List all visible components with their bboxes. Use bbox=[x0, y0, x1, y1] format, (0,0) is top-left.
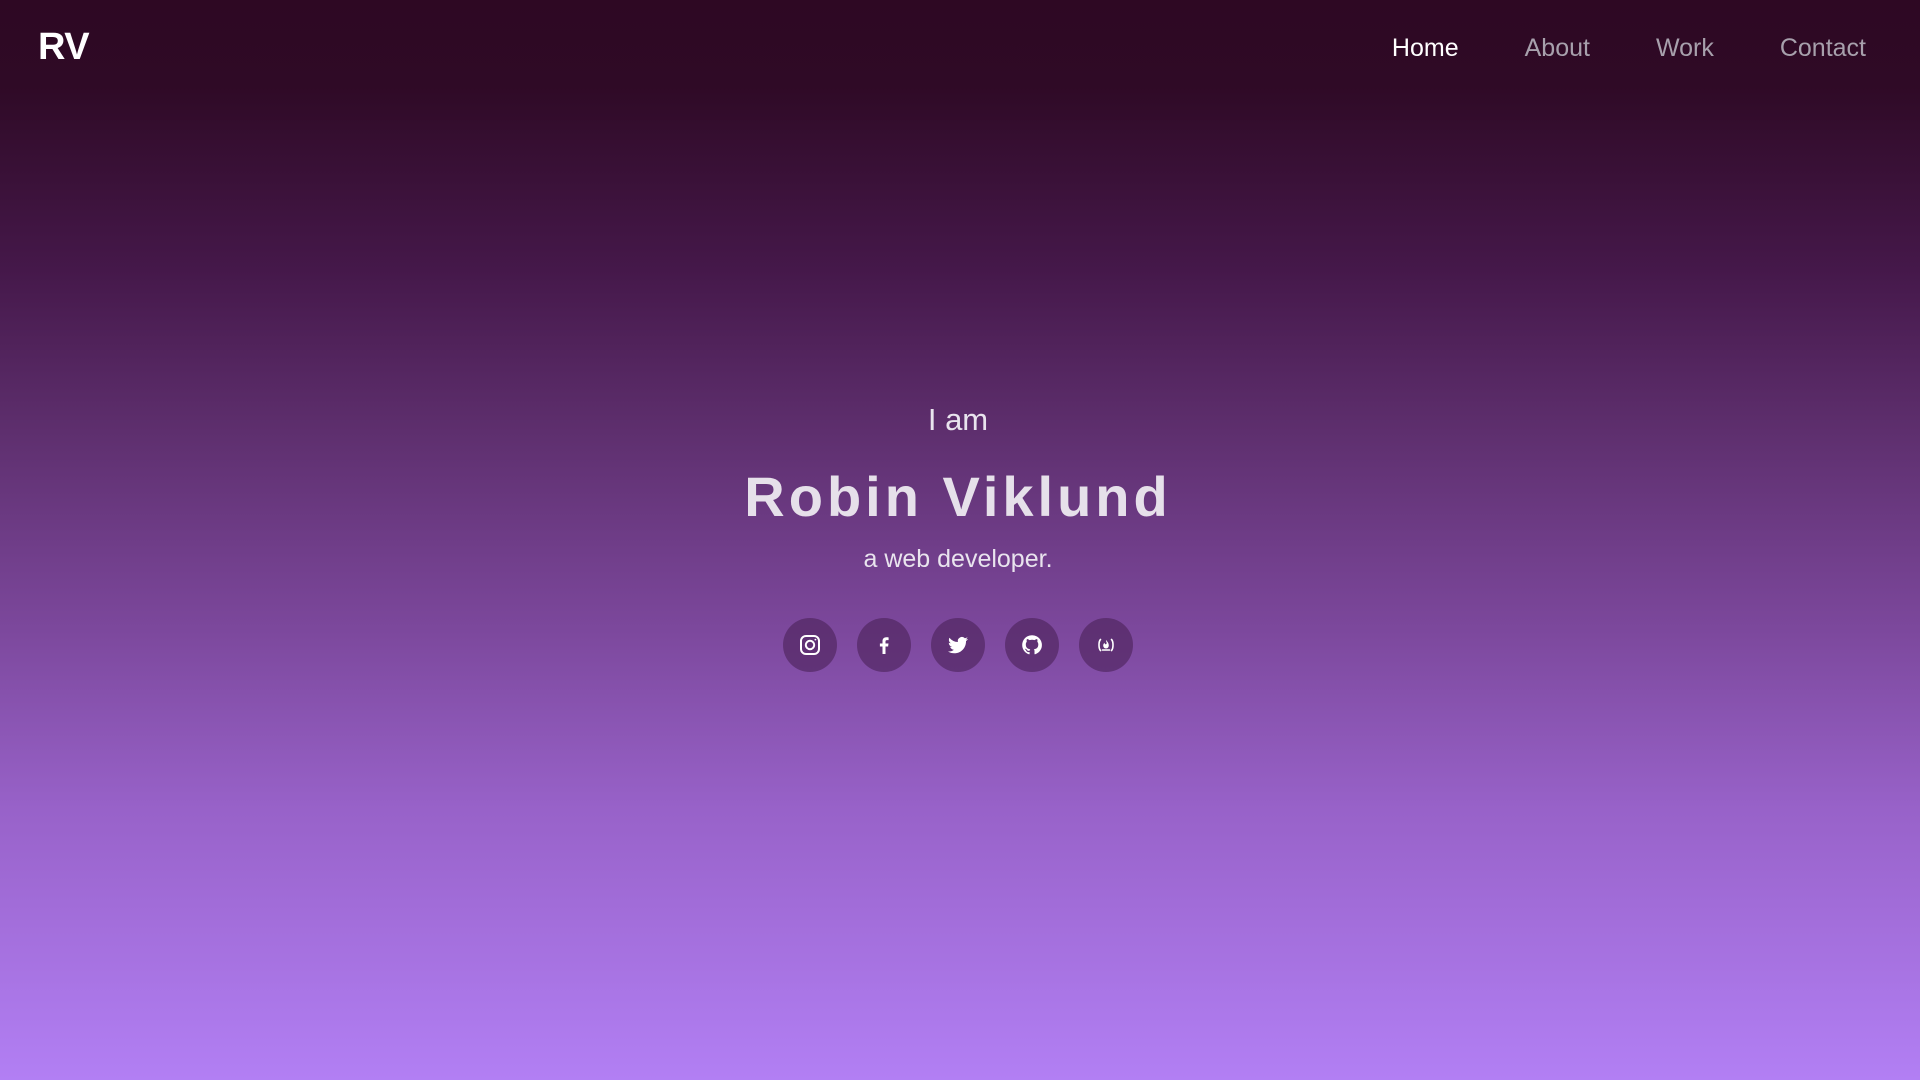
freecodecamp-link[interactable] bbox=[1079, 618, 1133, 672]
nav-work[interactable]: Work bbox=[1656, 28, 1714, 68]
hero-intro: I am bbox=[927, 402, 989, 437]
github-icon bbox=[1022, 635, 1042, 655]
twitter-icon bbox=[948, 636, 968, 654]
facebook-link[interactable] bbox=[857, 618, 911, 672]
logo[interactable]: RV bbox=[38, 24, 90, 70]
nav-home[interactable]: Home bbox=[1392, 28, 1459, 68]
main-nav: Home About Work Contact bbox=[1326, 28, 1866, 68]
github-link[interactable] bbox=[1005, 618, 1059, 672]
instagram-icon bbox=[800, 635, 820, 655]
hero-section: I am Robin Viklund a web developer. bbox=[0, 400, 1916, 672]
instagram-link[interactable] bbox=[783, 618, 837, 672]
freecodecamp-icon bbox=[1098, 638, 1114, 652]
social-links bbox=[0, 618, 1916, 672]
twitter-link[interactable] bbox=[931, 618, 985, 672]
facebook-icon bbox=[879, 637, 889, 654]
nav-about[interactable]: About bbox=[1525, 28, 1590, 68]
hero-name: Robin Viklund bbox=[744, 465, 1172, 528]
hero-role: a web developer. bbox=[863, 545, 1053, 573]
nav-contact[interactable]: Contact bbox=[1780, 28, 1866, 68]
